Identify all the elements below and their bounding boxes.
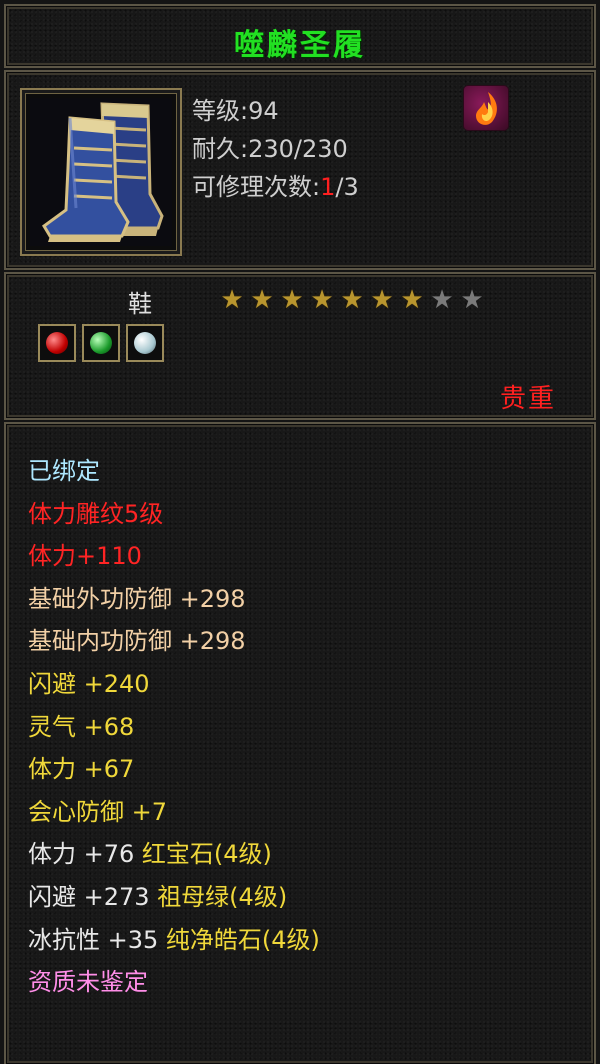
attribute-gem-source: 纯净皓石(4级) [165,925,320,954]
star-rating: ★ ★ ★ ★ ★ ★ ★ ★ ★ [218,286,486,314]
durability-value: 230/230 [248,135,348,163]
ruby-gem-icon [46,332,68,354]
item-quality: 贵重 [499,384,556,414]
star-filled-icon: ★ [340,285,364,315]
repair-used: 1 [320,173,336,201]
attribute-stat: 闪避 +273 [28,882,158,911]
flame-badge-icon[interactable] [464,86,508,130]
star-filled-icon: ★ [280,285,304,315]
level-row: 等级:94 [192,92,359,130]
attribute-row: 闪避 +273 祖母绿(4级) [28,876,320,919]
emerald-gem-icon [90,332,112,354]
attribute-row: 体力 +76 红宝石(4级) [28,833,320,876]
gem-slot-diamond[interactable] [126,324,164,362]
attribute-stat: 体力 +76 [28,840,142,869]
attribute-row: 已绑定 [28,457,100,485]
attribute-row: 体力 +67 [28,755,135,784]
item-name: 噬麟圣履 [234,28,366,63]
star-filled-icon: ★ [220,285,244,315]
item-info-panel: 等级:94 耐久:230/230 可修理次数:1/3 [4,70,596,270]
attribute-row: 闪避 +240 [28,669,150,698]
attribute-row: 冰抗性 +35 纯净皓石(4级) [28,919,320,962]
attribute-row: 基础内功防御 +298 [28,627,246,656]
attribute-gem-source: 祖母绿(4级) [157,882,288,911]
level-value: 94 [248,97,279,125]
repair-row: 可修理次数:1/3 [192,168,359,206]
star-filled-icon: ★ [310,285,334,315]
attribute-row: 资质未鉴定 [28,968,148,997]
attribute-row: 体力雕纹5级 [28,499,164,528]
item-type: 鞋 [128,290,152,318]
durability-row: 耐久:230/230 [192,130,359,168]
level-label: 等级: [192,97,249,125]
title-panel: 噬麟圣履 [4,4,596,68]
star-filled-icon: ★ [400,285,424,315]
gem-sockets [38,324,164,362]
gem-slot-emerald[interactable] [82,324,120,362]
repair-total: /3 [335,173,359,201]
star-empty-icon: ★ [460,285,484,315]
attribute-gem-source: 红宝石(4级) [141,840,272,869]
attribute-row: 基础外功防御 +298 [28,584,246,613]
diamond-gem-icon [134,332,156,354]
attribute-row: 灵气 +68 [28,712,135,741]
star-filled-icon: ★ [250,285,274,315]
gem-slot-ruby[interactable] [38,324,76,362]
attribute-list: 已绑定体力雕纹5级 体力+110 基础外功防御 +298 基础内功防御 +298 闪避 … [28,450,320,1004]
durability-label: 耐久: [192,135,249,163]
attribute-stat: 冰抗性 +35 [28,925,166,954]
attribute-row: 会心防御 +7 [28,797,168,826]
blue-boots-icon [30,98,172,246]
attribute-row: 体力+110 [28,542,142,571]
star-empty-icon: ★ [430,285,454,315]
attributes-panel: 已绑定体力雕纹5级 体力+110 基础外功防御 +298 基础内功防御 +298 闪避 … [4,422,596,1064]
item-type-panel: 鞋 ★ ★ ★ ★ ★ ★ ★ ★ ★ 贵重 [4,272,596,420]
item-icon-frame[interactable] [20,88,182,256]
repair-label: 可修理次数: [192,173,321,201]
item-stats: 等级:94 耐久:230/230 可修理次数:1/3 [192,92,359,206]
star-filled-icon: ★ [370,285,394,315]
